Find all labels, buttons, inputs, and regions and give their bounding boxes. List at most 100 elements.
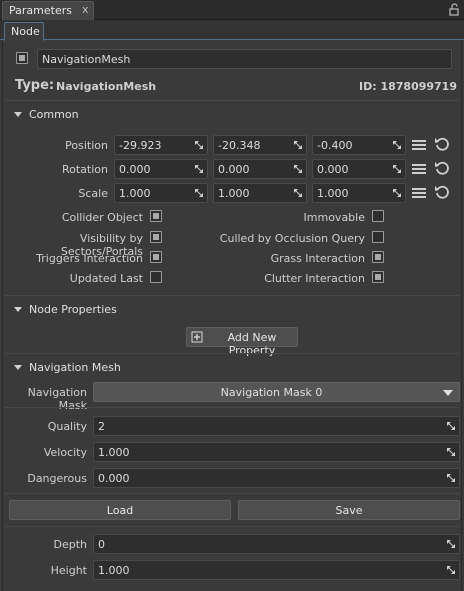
scale-label: Scale — [78, 187, 108, 200]
parameters-tab[interactable]: Parameters x — [2, 1, 94, 20]
immovable-checkbox[interactable] — [372, 210, 384, 222]
position-y-field[interactable]: -20.348 — [213, 135, 307, 155]
node-name-field[interactable]: NavigationMesh — [37, 49, 452, 69]
save-button[interactable]: Save — [238, 500, 460, 520]
position-y-value: -20.348 — [218, 139, 261, 152]
flag-label: Clutter Interaction — [264, 272, 365, 285]
divider — [4, 353, 460, 354]
divider — [4, 526, 460, 527]
lock-icon[interactable] — [448, 3, 460, 16]
drag-arrows-icon[interactable] — [194, 140, 204, 150]
collapse-arrow-icon[interactable] — [14, 307, 22, 312]
visibility-sectors-checkbox[interactable] — [150, 231, 162, 243]
rotation-x-value: 0.000 — [119, 163, 151, 176]
load-button[interactable]: Load — [9, 500, 231, 520]
quality-field[interactable]: 2 — [93, 416, 460, 436]
dangerous-field[interactable]: 0.000 — [93, 468, 460, 488]
dangerous-value: 0.000 — [98, 472, 130, 485]
drag-arrows-icon[interactable] — [293, 188, 303, 198]
position-x-value: -29.923 — [119, 139, 162, 152]
section-title-common[interactable]: Common — [29, 108, 79, 121]
tab-node[interactable]: Node — [4, 22, 44, 41]
depth-value: 0 — [98, 538, 105, 551]
scale-z-field[interactable]: 1.000 — [312, 183, 406, 203]
quality-value: 2 — [98, 420, 105, 433]
scale-z-value: 1.000 — [317, 187, 349, 200]
plus-icon — [191, 331, 203, 343]
menu-icon[interactable] — [412, 164, 426, 174]
node-tab-bar: Node — [0, 20, 464, 41]
reset-icon[interactable] — [434, 160, 450, 176]
drag-arrows-icon[interactable] — [446, 565, 456, 575]
parameters-tab-label: Parameters — [9, 4, 72, 17]
divider — [4, 100, 460, 101]
drag-arrows-icon[interactable] — [446, 421, 456, 431]
close-icon[interactable]: x — [82, 3, 89, 16]
drag-arrows-icon[interactable] — [446, 473, 456, 483]
rotation-z-field[interactable]: 0.000 — [312, 159, 406, 179]
reset-icon[interactable] — [434, 136, 450, 152]
rotation-label: Rotation — [61, 163, 108, 176]
depth-field[interactable]: 0 — [93, 534, 460, 554]
navigation-mask-value: Navigation Mask 0 — [220, 386, 323, 399]
flag-label: Immovable — [303, 211, 365, 224]
type-value: NavigationMesh — [56, 80, 157, 93]
collapse-arrow-icon[interactable] — [14, 365, 22, 370]
clutter-interaction-checkbox[interactable] — [372, 271, 384, 283]
flag-label: Grass Interaction — [270, 252, 365, 265]
flag-label: Triggers Interaction — [36, 252, 143, 265]
collider-object-checkbox[interactable] — [150, 210, 162, 222]
drag-arrows-icon[interactable] — [392, 140, 402, 150]
node-name-value: NavigationMesh — [42, 53, 131, 66]
flag-label: Updated Last — [69, 272, 143, 285]
velocity-label: Velocity — [43, 446, 87, 459]
node-enabled-checkbox[interactable] — [16, 52, 28, 64]
reset-icon[interactable] — [434, 184, 450, 200]
load-button-label: Load — [106, 504, 134, 517]
add-new-property-button[interactable]: Add New Property — [186, 327, 298, 357]
section-title-node-properties[interactable]: Node Properties — [29, 303, 117, 316]
scale-x-value: 1.000 — [119, 187, 151, 200]
menu-icon[interactable] — [412, 188, 426, 198]
dangerous-label: Dangerous — [27, 472, 87, 485]
panel-title-bar: Parameters x — [0, 0, 464, 20]
menu-icon[interactable] — [412, 140, 426, 150]
drag-arrows-icon[interactable] — [194, 188, 204, 198]
updated-last-checkbox[interactable] — [150, 271, 162, 283]
drag-arrows-icon[interactable] — [293, 164, 303, 174]
triggers-interaction-checkbox[interactable] — [150, 251, 162, 263]
drag-arrows-icon[interactable] — [392, 164, 402, 174]
section-title-navigation-mesh[interactable]: Navigation Mesh — [29, 361, 121, 374]
position-label: Position — [65, 139, 108, 152]
position-z-field[interactable]: -0.400 — [312, 135, 406, 155]
height-value: 1.000 — [98, 564, 130, 577]
drag-arrows-icon[interactable] — [446, 447, 456, 457]
velocity-field[interactable]: 1.000 — [93, 442, 460, 462]
drag-arrows-icon[interactable] — [392, 188, 402, 198]
scale-x-field[interactable]: 1.000 — [114, 183, 208, 203]
height-field[interactable]: 1.000 — [93, 560, 460, 580]
chevron-down-icon — [443, 390, 453, 396]
rotation-x-field[interactable]: 0.000 — [114, 159, 208, 179]
drag-arrows-icon[interactable] — [446, 539, 456, 549]
node-id: ID: 1878099719 — [359, 80, 457, 93]
save-button-label: Save — [335, 504, 363, 517]
drag-arrows-icon[interactable] — [293, 140, 303, 150]
flag-label: Culled by Occlusion Query — [219, 232, 365, 245]
rotation-z-value: 0.000 — [317, 163, 349, 176]
type-label: Type: — [15, 78, 55, 93]
scale-y-field[interactable]: 1.000 — [213, 183, 307, 203]
divider — [4, 493, 460, 494]
navigation-mask-dropdown[interactable]: Navigation Mask 0 — [93, 382, 460, 402]
drag-arrows-icon[interactable] — [194, 164, 204, 174]
rotation-y-field[interactable]: 0.000 — [213, 159, 307, 179]
collapse-arrow-icon[interactable] — [14, 112, 22, 117]
culled-occlusion-checkbox[interactable] — [372, 231, 384, 243]
tab-node-label: Node — [11, 25, 40, 38]
position-x-field[interactable]: -29.923 — [114, 135, 208, 155]
grass-interaction-checkbox[interactable] — [372, 251, 384, 263]
divider — [4, 407, 460, 408]
navigation-mask-label: Navigation Mask — [27, 386, 87, 412]
rotation-y-value: 0.000 — [218, 163, 250, 176]
flag-label: Collider Object — [61, 211, 143, 224]
